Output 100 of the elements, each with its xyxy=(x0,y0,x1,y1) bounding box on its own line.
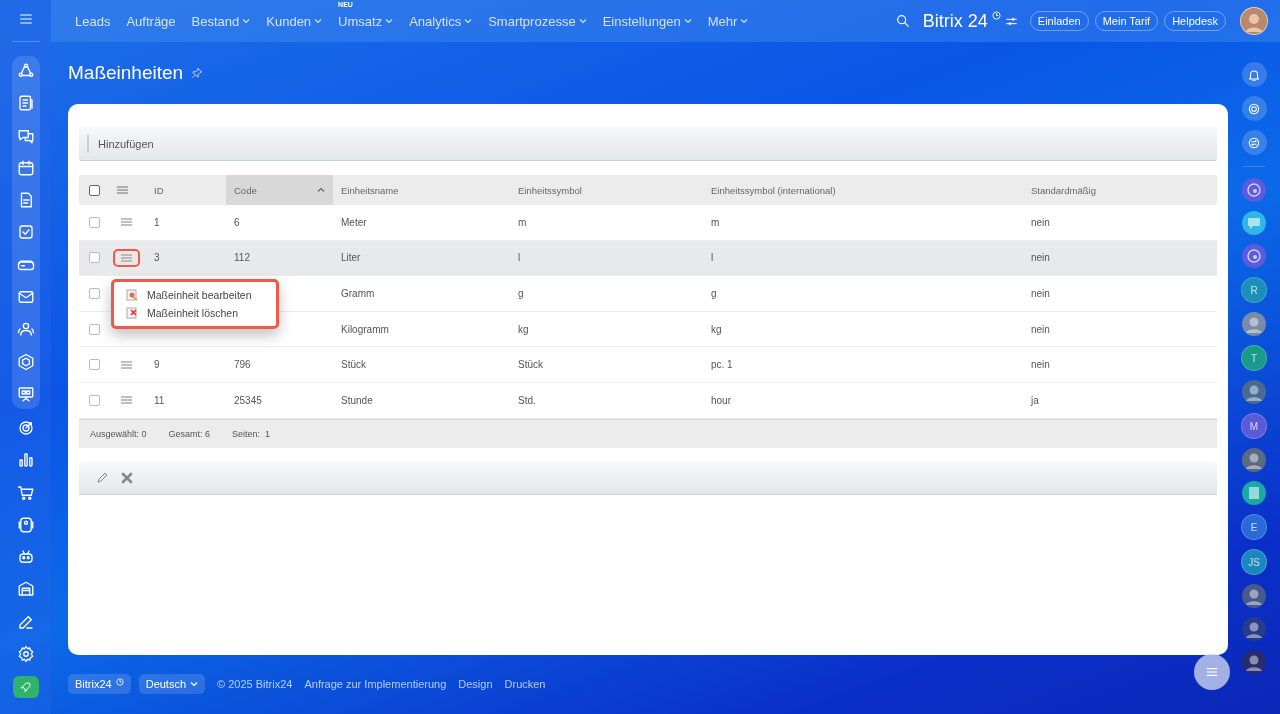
presentation-icon[interactable] xyxy=(16,384,35,403)
contact-avatar[interactable] xyxy=(1242,617,1266,641)
menu-item[interactable]: Maßeinheit bearbeiten xyxy=(114,285,276,304)
people-icon[interactable] xyxy=(16,320,35,339)
selected-count: Ausgewählt: 0 xyxy=(90,428,147,439)
device-icon[interactable] xyxy=(16,515,35,534)
column-header[interactable]: Einheitssymbol xyxy=(510,175,703,205)
list-button[interactable] xyxy=(1194,654,1230,690)
contact-avatar[interactable]: M xyxy=(1241,413,1267,439)
nav-item[interactable]: Mehr xyxy=(707,13,749,29)
page-title: Maßeinheiten xyxy=(68,62,184,84)
target-icon[interactable] xyxy=(1247,101,1261,116)
column-header[interactable]: Einheitssymbol (international) xyxy=(703,175,1023,205)
contact-avatar[interactable]: E xyxy=(1241,514,1267,540)
row-checkbox[interactable] xyxy=(89,216,100,228)
contact-avatar[interactable] xyxy=(1242,650,1266,674)
table-cell: 6 xyxy=(234,216,240,228)
contact-avatar[interactable]: T xyxy=(1241,345,1267,371)
brand-button[interactable]: Bitrix24 xyxy=(68,674,131,694)
contact-avatar[interactable] xyxy=(1242,584,1266,608)
table-cell: hour xyxy=(711,394,731,406)
row-checkbox[interactable] xyxy=(89,323,100,335)
menu-item[interactable]: Maßeinheit löschen xyxy=(114,303,276,322)
caret-icon xyxy=(578,18,587,24)
settings-icon[interactable] xyxy=(16,645,35,664)
calendar-icon[interactable] xyxy=(16,158,35,177)
brand-logo[interactable]: Bitrix 24 xyxy=(922,10,988,32)
row-checkbox[interactable] xyxy=(89,252,100,264)
table-cell: Liter xyxy=(341,252,361,264)
column-header[interactable]: Code xyxy=(226,175,333,205)
nav-item[interactable]: Smartprozesse xyxy=(488,13,587,29)
row-checkbox[interactable] xyxy=(89,359,100,371)
contact-avatar[interactable] xyxy=(1242,448,1266,472)
warehouse-icon[interactable] xyxy=(16,580,35,599)
table-cell: nein xyxy=(1031,288,1050,299)
table-cell: Stück xyxy=(341,359,366,371)
column-header[interactable]: Einheitsname xyxy=(333,175,510,205)
search-icon[interactable] xyxy=(894,13,911,29)
contact-avatar[interactable] xyxy=(1242,380,1266,404)
contact-avatar[interactable] xyxy=(1242,312,1266,336)
activity-button[interactable] xyxy=(1241,96,1267,121)
language-select[interactable]: Deutsch xyxy=(138,674,206,694)
row-checkbox[interactable] xyxy=(89,288,100,299)
document-icon[interactable] xyxy=(1242,481,1266,505)
notification-button[interactable] xyxy=(1241,62,1267,87)
nav-item[interactable]: Analytics xyxy=(409,13,473,29)
checkbox-icon[interactable] xyxy=(16,223,35,242)
chat-icon[interactable] xyxy=(1242,211,1266,235)
table-cell: kg xyxy=(518,323,529,335)
messages-button[interactable] xyxy=(1241,130,1267,155)
menu-icon xyxy=(121,253,132,262)
clock-icon xyxy=(991,10,1001,20)
edit-icon[interactable] xyxy=(95,470,109,485)
nav-item[interactable]: Einstellungen xyxy=(602,13,692,29)
nav-item[interactable]: Leads xyxy=(75,13,111,29)
network-icon[interactable] xyxy=(16,62,35,80)
bar-chart-icon[interactable] xyxy=(16,451,35,470)
table-cell: kg xyxy=(711,323,722,335)
delete-icon[interactable] xyxy=(121,471,133,484)
footer-link[interactable]: Anfrage zur Implementierung xyxy=(304,678,447,690)
caret-icon xyxy=(385,18,394,24)
row-menu-button[interactable] xyxy=(115,250,138,265)
table-cell: Meter xyxy=(341,216,367,228)
menu-icon[interactable] xyxy=(17,11,34,27)
table-cell: l xyxy=(711,252,714,264)
footer-link[interactable]: Design xyxy=(458,678,493,690)
contact-avatar[interactable]: JS xyxy=(1241,549,1267,575)
row-checkbox[interactable] xyxy=(89,394,100,406)
chat-icon[interactable] xyxy=(1247,135,1261,150)
nav-item[interactable]: Aufträge xyxy=(126,13,176,29)
select-all-checkbox[interactable] xyxy=(89,184,100,196)
table-cell: nein xyxy=(1031,323,1050,335)
channel-icon[interactable] xyxy=(1242,244,1266,268)
add-button[interactable]: Hinzufügen xyxy=(87,134,163,153)
column-header[interactable]: Standardmäßig xyxy=(1023,175,1217,205)
rocket-button[interactable] xyxy=(12,676,39,699)
table-cell: 9 xyxy=(154,359,160,371)
newspaper-icon[interactable] xyxy=(16,94,35,113)
nav-item[interactable]: Bestand xyxy=(191,13,251,29)
target-icon[interactable] xyxy=(16,418,35,437)
hexagon-icon[interactable] xyxy=(16,352,35,371)
column-header[interactable]: ID xyxy=(146,175,226,205)
footer-link[interactable]: Drucken xyxy=(504,678,546,690)
bell-icon[interactable] xyxy=(1247,67,1261,82)
cart-icon[interactable] xyxy=(16,483,35,502)
caret-icon xyxy=(464,18,473,24)
menu-icon xyxy=(121,396,132,405)
rocket-icon[interactable] xyxy=(19,680,32,694)
nav-item[interactable]: Kunden xyxy=(266,13,323,29)
table-cell: m xyxy=(711,216,720,228)
clock-icon xyxy=(115,678,124,686)
table-cell: g xyxy=(518,288,524,299)
pin-icon[interactable] xyxy=(191,67,204,79)
table-cell: nein xyxy=(1031,252,1050,264)
table-cell: 1 xyxy=(154,216,160,228)
contact-avatar[interactable]: R xyxy=(1241,277,1267,303)
user-avatar[interactable] xyxy=(1240,7,1268,35)
delete-document-icon xyxy=(126,306,138,319)
channel-icon[interactable] xyxy=(1242,178,1266,202)
caret-icon xyxy=(314,18,323,24)
